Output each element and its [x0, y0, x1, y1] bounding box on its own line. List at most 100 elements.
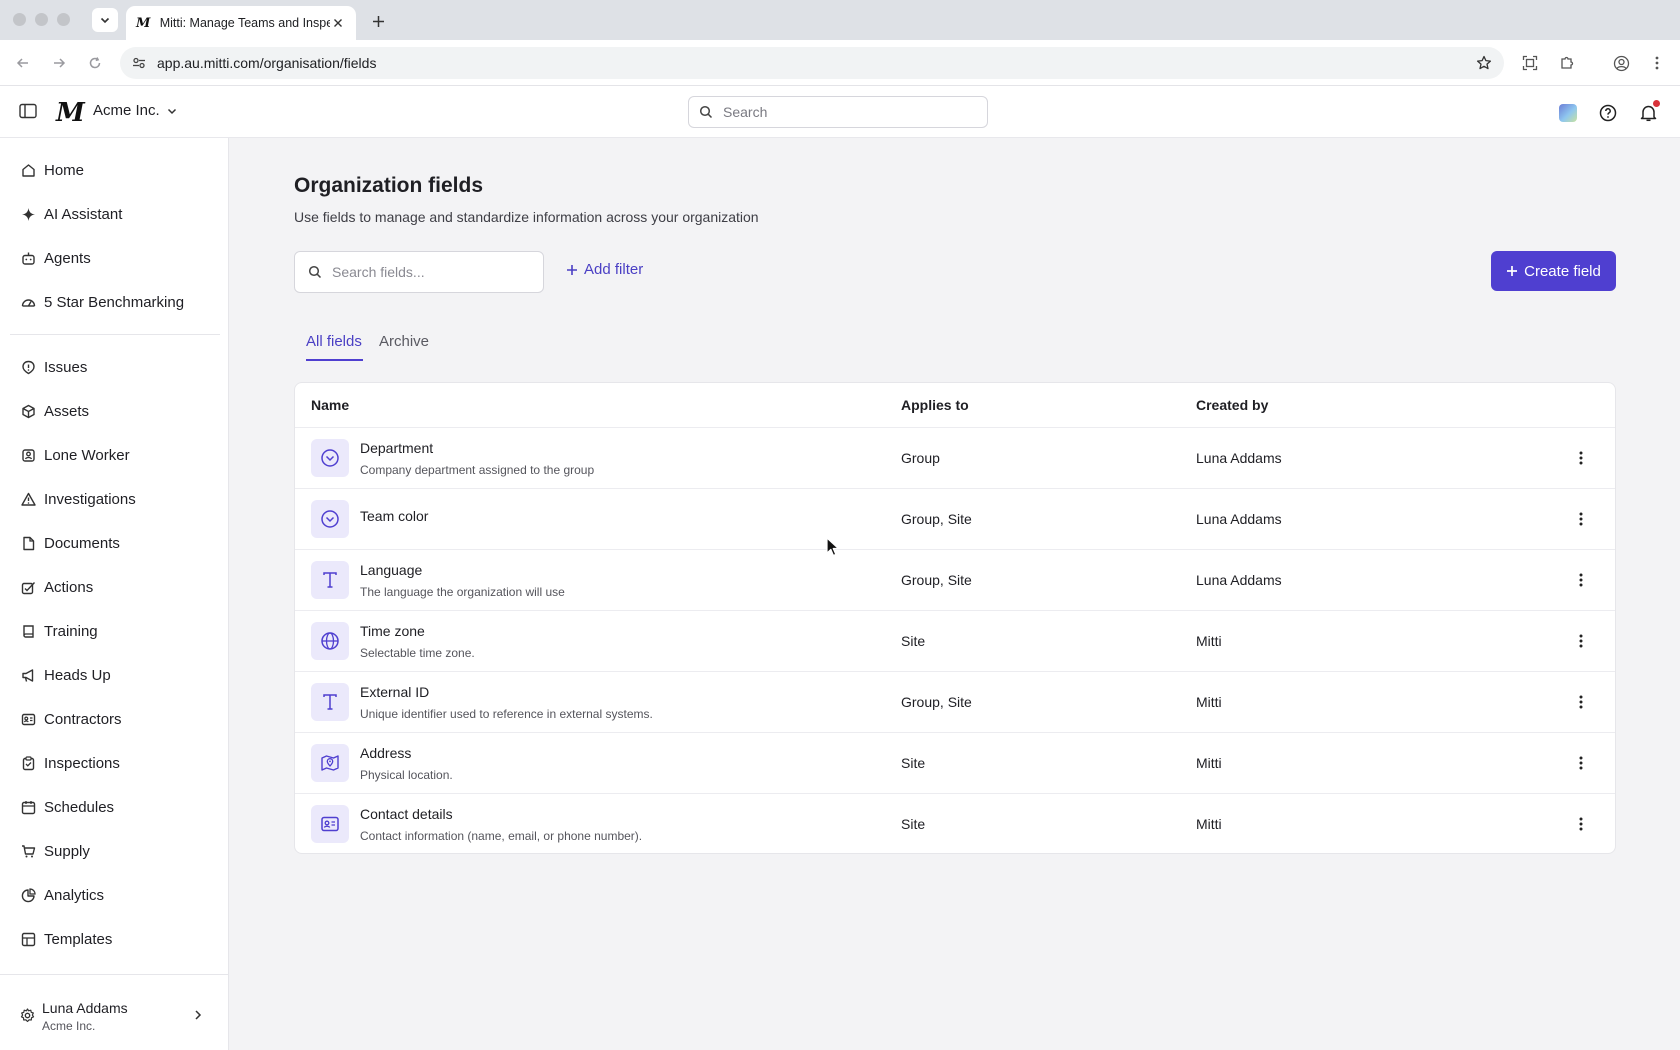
tab-search-button[interactable]: [92, 8, 118, 32]
window-minimize-button[interactable]: [35, 13, 48, 26]
add-filter-button[interactable]: Add filter: [566, 261, 643, 278]
ai-app-button[interactable]: [1558, 103, 1578, 123]
browser-menu-button[interactable]: [1648, 54, 1666, 72]
tab-close-button[interactable]: [330, 15, 346, 31]
row-actions-button[interactable]: [1571, 570, 1591, 590]
screen-capture-button[interactable]: [1521, 54, 1539, 72]
column-header-created-by[interactable]: Created by: [1196, 397, 1268, 413]
bookmark-star-icon[interactable]: [1476, 55, 1492, 71]
sidebar-item-agents[interactable]: Agents: [10, 241, 220, 275]
table-row[interactable]: Address Physical location. Site Mitti: [295, 732, 1615, 793]
reload-button[interactable]: [86, 54, 104, 72]
back-button[interactable]: [14, 54, 32, 72]
sidebar-item-investigations[interactable]: Investigations: [10, 482, 220, 516]
sidebar-toggle-button[interactable]: [19, 103, 37, 119]
cart-icon: [20, 843, 36, 859]
address-bar[interactable]: app.au.mitti.com/organisation/fields: [120, 47, 1504, 79]
sidebar-item-label: Supply: [44, 842, 90, 860]
field-created-by: Mitti: [1196, 816, 1222, 832]
sidebar-item-inspections[interactable]: Inspections: [10, 746, 220, 780]
sidebar-icon: [19, 103, 37, 119]
globe-icon: [311, 622, 349, 660]
table-row[interactable]: Language The language the organization w…: [295, 549, 1615, 610]
more-vertical-icon: [1579, 634, 1583, 648]
document-icon: [20, 535, 36, 551]
notifications-button[interactable]: [1638, 100, 1660, 123]
row-actions-button[interactable]: [1571, 448, 1591, 468]
global-search-input[interactable]: [723, 104, 963, 120]
sidebar-item-label: Analytics: [44, 886, 105, 904]
org-switcher[interactable]: Acme Inc.: [93, 102, 178, 119]
window-maximize-button[interactable]: [57, 13, 70, 26]
sidebar-item-heads-up[interactable]: Heads Up: [10, 658, 220, 692]
forward-button[interactable]: [50, 54, 68, 72]
sidebar-item-home[interactable]: Home: [10, 153, 220, 187]
row-actions-button[interactable]: [1571, 814, 1591, 834]
row-actions-button[interactable]: [1571, 692, 1591, 712]
sidebar-item-label: Documents: [44, 534, 120, 552]
field-created-by: Mitti: [1196, 633, 1222, 649]
profile-button[interactable]: [1612, 54, 1630, 72]
create-field-button[interactable]: Create field: [1491, 251, 1616, 291]
sidebar-item-training[interactable]: Training: [10, 614, 220, 648]
table-row[interactable]: Time zone Selectable time zone. Site Mit…: [295, 610, 1615, 671]
page-subtitle: Use fields to manage and standardize inf…: [294, 209, 759, 225]
site-settings-icon[interactable]: [131, 55, 147, 71]
sidebar-item-ai-assistant[interactable]: AI Assistant: [10, 197, 220, 231]
field-description: The language the organization will use: [360, 585, 565, 599]
mitti-logo[interactable]: M: [56, 98, 85, 128]
help-button[interactable]: [1598, 103, 1618, 123]
dropdown-icon: [311, 439, 349, 477]
field-applies-to: Group, Site: [901, 572, 972, 588]
field-name: Contact details: [360, 806, 453, 822]
search-icon: [699, 105, 713, 119]
field-description: Company department assigned to the group: [360, 463, 595, 477]
row-actions-button[interactable]: [1571, 631, 1591, 651]
sidebar-item-label: Issues: [44, 358, 88, 376]
more-vertical-icon: [1579, 573, 1583, 587]
field-tabs: All fields Archive: [294, 325, 694, 361]
clipboard-icon: [20, 755, 36, 771]
sidebar-item-contractors[interactable]: Contractors: [10, 702, 220, 736]
table-row[interactable]: Team color Group, Site Luna Addams: [295, 488, 1615, 549]
extensions-button[interactable]: [1558, 54, 1576, 72]
chevron-right-icon: [193, 1009, 203, 1021]
sidebar-item-assets[interactable]: Assets: [10, 394, 220, 428]
sidebar-item-supply[interactable]: Supply: [10, 834, 220, 868]
table-row[interactable]: External ID Unique identifier used to re…: [295, 671, 1615, 732]
sidebar-item-lone-worker[interactable]: Lone Worker: [10, 438, 220, 472]
arrow-left-icon: [16, 58, 28, 68]
sidebar-item-templates[interactable]: Templates: [10, 922, 220, 956]
field-description: Selectable time zone.: [360, 646, 475, 660]
field-search-input[interactable]: [332, 264, 532, 280]
sidebar-item-analytics[interactable]: Analytics: [10, 878, 220, 912]
field-description: Physical location.: [360, 768, 453, 782]
new-tab-button[interactable]: [368, 11, 388, 31]
tab-archive[interactable]: Archive: [379, 333, 429, 350]
column-header-name[interactable]: Name: [311, 397, 349, 413]
account-circle-icon: [1613, 55, 1629, 71]
browser-tab[interactable]: M Mitti: Manage Teams and Inspections: [126, 6, 356, 40]
user-menu[interactable]: Luna Addams Acme Inc.: [0, 974, 229, 1050]
field-search[interactable]: [294, 251, 544, 293]
sidebar-item-issues[interactable]: Issues: [10, 350, 220, 384]
more-vertical-icon: [1579, 756, 1583, 770]
field-created-by: Luna Addams: [1196, 572, 1282, 588]
mouse-cursor-icon: [826, 537, 839, 556]
row-actions-button[interactable]: [1571, 509, 1591, 529]
column-header-applies-to[interactable]: Applies to: [901, 397, 969, 413]
global-search[interactable]: [688, 96, 988, 128]
window-close-button[interactable]: [13, 13, 26, 26]
sidebar-item-documents[interactable]: Documents: [10, 526, 220, 560]
field-name: External ID: [360, 684, 430, 700]
table-row[interactable]: Department Company department assigned t…: [295, 427, 1615, 488]
sidebar-item-5-star-benchmarking[interactable]: 5 Star Benchmarking: [10, 285, 220, 319]
sidebar-item-actions[interactable]: Actions: [10, 570, 220, 604]
url-text: app.au.mitti.com/organisation/fields: [157, 55, 377, 71]
screenshot-icon: [1522, 55, 1538, 71]
table-row[interactable]: Contact details Contact information (nam…: [295, 793, 1615, 853]
tab-all-fields[interactable]: All fields: [306, 333, 362, 350]
row-actions-button[interactable]: [1571, 753, 1591, 773]
reload-icon: [89, 57, 101, 69]
sidebar-item-schedules[interactable]: Schedules: [10, 790, 220, 824]
